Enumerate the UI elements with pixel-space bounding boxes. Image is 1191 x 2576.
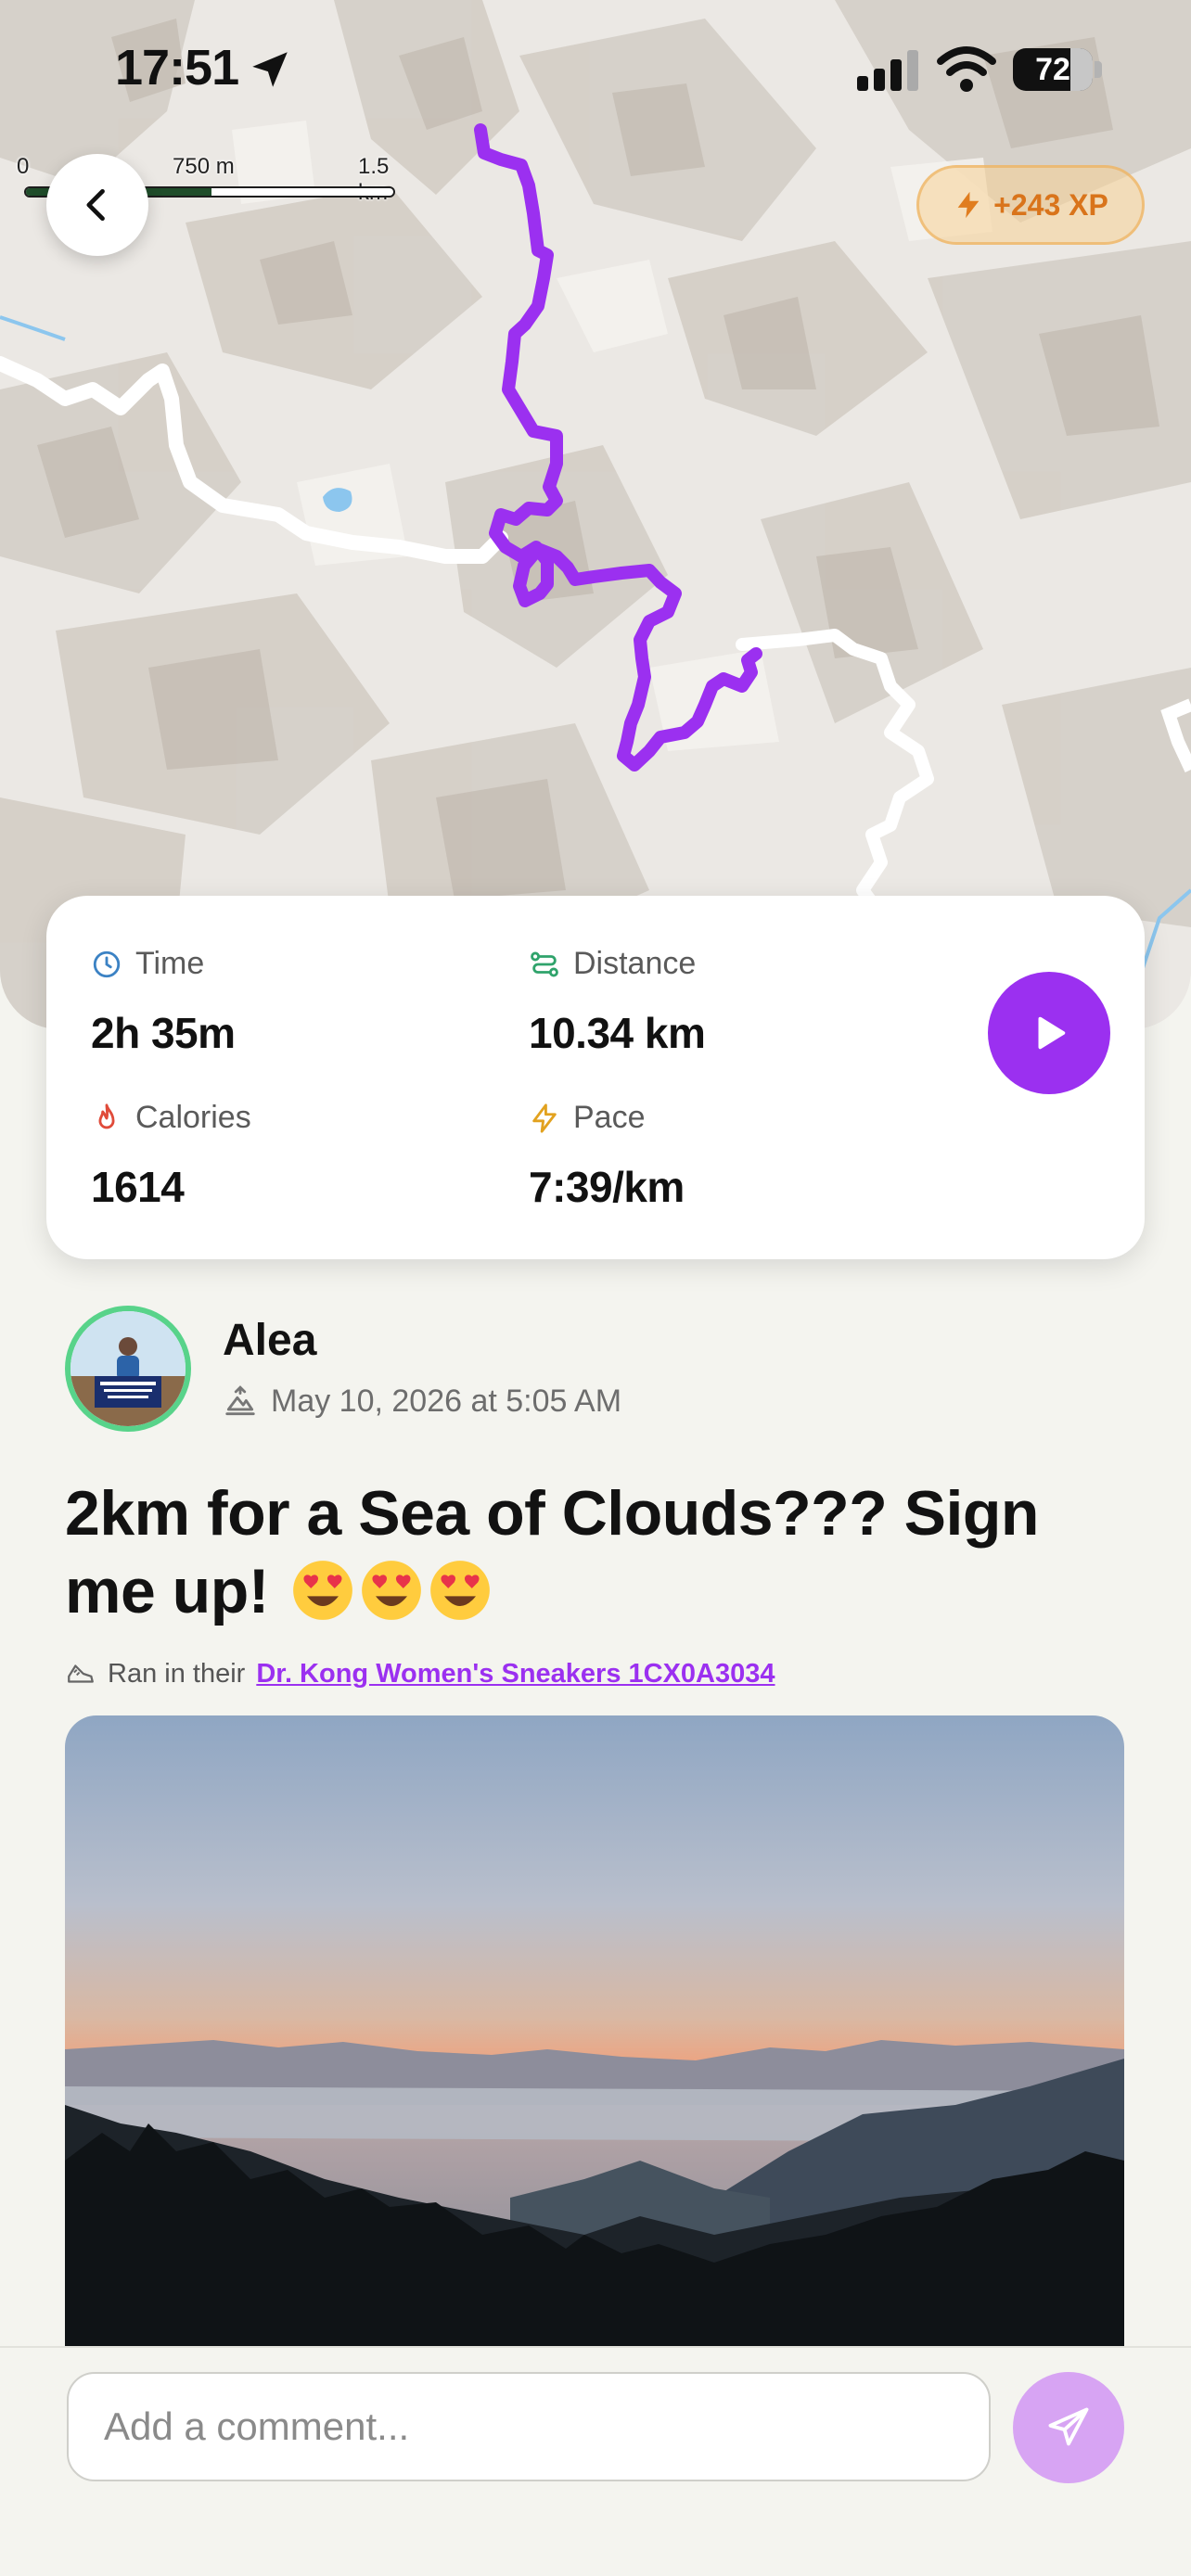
bolt-icon: [532, 1103, 557, 1133]
heart-eyes-emoji-icon: [430, 1561, 491, 1620]
scale-label-1-5km: 1.5 km: [358, 154, 390, 205]
heart-eyes-emoji-icon: [362, 1561, 422, 1620]
stat-time-label: Time: [135, 946, 205, 981]
clock-icon: [93, 950, 121, 977]
stat-calories-label: Calories: [135, 1100, 251, 1135]
status-time: 17:51: [115, 40, 239, 96]
play-replay-button[interactable]: [988, 972, 1110, 1094]
back-button[interactable]: [46, 154, 148, 256]
sneaker-icon: [68, 1664, 94, 1683]
location-arrow-icon: [252, 52, 288, 87]
heart-eyes-emoji-icon: [293, 1561, 353, 1620]
wifi-icon: [937, 46, 996, 92]
stat-pace-label: Pace: [573, 1100, 646, 1135]
stat-distance-value: 10.34 km: [529, 1009, 706, 1057]
activity-stats-card: Time 2h 35m Distance 10.34 km Calories 1…: [46, 896, 1145, 1259]
send-comment-button[interactable]: [1013, 2372, 1124, 2483]
scale-label-0: 0: [17, 154, 30, 179]
sunrise-mountain-icon: [225, 1384, 255, 1415]
stat-distance-label: Distance: [573, 946, 697, 981]
post-date-text: May 10, 2026 at 5:05 AM: [271, 1384, 622, 1419]
comment-bar: [0, 2346, 1191, 2576]
stat-distance: Distance 10.34 km: [529, 946, 706, 1058]
stat-calories: Calories 1614: [91, 1100, 251, 1212]
stat-calories-value: 1614: [91, 1163, 185, 1211]
post-title: 2km for a Sea of Clouds??? Sign me up!: [65, 1474, 1104, 1630]
chevron-left-icon: [86, 188, 105, 222]
route-map[interactable]: 17:51 72 0 750 m 1.5 km +243 XP: [0, 0, 1191, 1029]
stat-pace-value: 7:39/km: [529, 1163, 685, 1211]
xp-amount: +243 XP: [993, 187, 1108, 222]
gear-info: Ran in their Dr. Kong Women's Sneakers 1…: [65, 1658, 775, 1690]
stat-pace: Pace 7:39/km: [529, 1100, 685, 1212]
cellular-signal-icon: [857, 50, 918, 91]
send-icon: [1048, 2407, 1089, 2446]
flame-icon: [98, 1103, 115, 1129]
scale-label-750m: 750 m: [173, 154, 235, 179]
lightning-icon: [957, 191, 980, 219]
sea-of-clouds-photo: [65, 1715, 1124, 2346]
stat-time: Time 2h 35m: [91, 946, 236, 1058]
post-title-text: 2km for a Sea of Clouds??? Sign me up!: [65, 1478, 1039, 1626]
play-icon: [1038, 1016, 1066, 1050]
avatar-photo: [70, 1311, 186, 1426]
post-photo[interactable]: [65, 1715, 1124, 2346]
route-icon: [531, 951, 558, 976]
battery-level: 72: [1035, 52, 1070, 87]
stat-time-value: 2h 35m: [91, 1009, 236, 1057]
battery-indicator: 72: [1013, 48, 1104, 91]
gear-link[interactable]: Dr. Kong Women's Sneakers 1CX0A3034: [256, 1659, 775, 1690]
user-name[interactable]: Alea: [223, 1315, 316, 1366]
post-date: May 10, 2026 at 5:05 AM: [223, 1384, 621, 1420]
avatar[interactable]: [65, 1306, 191, 1432]
xp-badge: +243 XP: [916, 165, 1145, 245]
comment-input[interactable]: [67, 2372, 991, 2481]
gear-prefix: Ran in their: [108, 1658, 246, 1689]
